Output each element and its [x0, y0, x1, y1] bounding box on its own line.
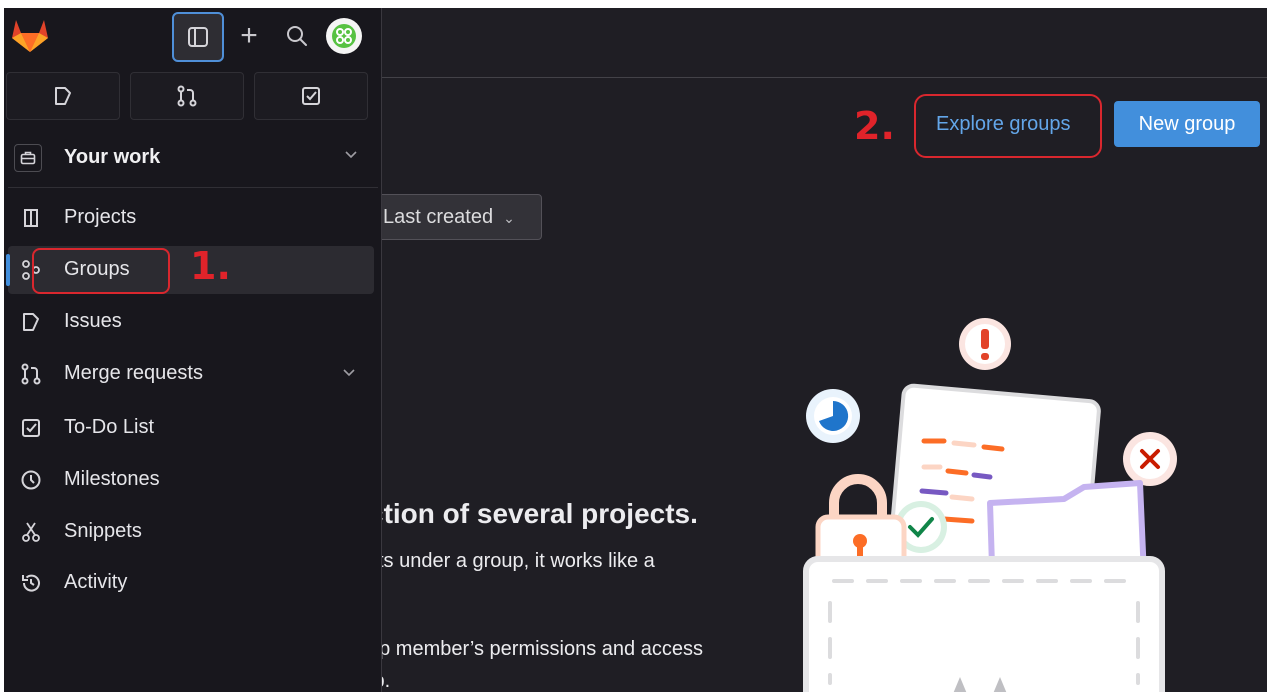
user-avatar-icon — [332, 24, 356, 48]
issues-shortcut[interactable] — [6, 72, 120, 120]
annotation-step-1: 1. — [190, 244, 231, 288]
todo-shortcut[interactable] — [254, 72, 368, 120]
todo-icon — [22, 419, 40, 437]
create-new-button[interactable]: + — [232, 16, 266, 56]
annotation-highlight-explore — [914, 94, 1102, 158]
empty-state-illustration — [803, 318, 1177, 692]
history-icon — [22, 574, 40, 592]
sidebar-item-snippets[interactable]: Snippets — [8, 508, 374, 556]
merge-requests-shortcut[interactable] — [130, 72, 244, 120]
merge-request-icon — [177, 85, 197, 107]
scissors-icon — [22, 522, 40, 542]
new-group-button[interactable]: New group — [1114, 101, 1260, 147]
project-icon — [24, 209, 38, 227]
sidebar-item-projects[interactable]: Projects — [8, 194, 374, 242]
sidebar-item-label: Snippets — [64, 520, 142, 542]
briefcase-icon — [14, 144, 42, 172]
issues-icon — [23, 313, 39, 331]
empty-state-title: ction of several projects. — [368, 498, 698, 529]
issues-icon — [55, 87, 71, 105]
app-window: Explore groups New group Last created ⌄ c… — [4, 8, 1267, 692]
empty-state-text: up member’s permissions and access — [368, 638, 703, 660]
sort-dropdown[interactable]: Last created ⌄ — [374, 194, 542, 240]
sidebar-item-label: Projects — [64, 206, 137, 228]
chevron-down-icon: ⌄ — [503, 210, 515, 226]
sidebar-item-issues[interactable]: Issues — [8, 298, 374, 346]
sidebar-item-milestones[interactable]: Milestones — [8, 456, 374, 504]
sidebar-toggle-button[interactable] — [172, 12, 224, 62]
sidebar-item-merge-requests[interactable]: Merge requests — [8, 350, 374, 398]
context-label: Your work — [64, 146, 161, 168]
plus-icon: + — [240, 19, 258, 52]
search-button[interactable] — [280, 18, 314, 54]
sidebar-item-label: Activity — [64, 571, 128, 593]
clock-icon — [21, 470, 41, 490]
chevron-down-icon — [345, 151, 357, 159]
gitlab-tanuki-icon[interactable] — [10, 16, 50, 54]
top-bar — [382, 8, 1267, 78]
context-switcher[interactable]: Your work — [8, 131, 378, 188]
active-indicator — [6, 254, 10, 286]
annotation-highlight-groups — [32, 248, 170, 294]
empty-state-text: cts under a group, it works like a — [368, 550, 655, 572]
sidebar-item-label: To-Do List — [64, 416, 155, 438]
sidebar-item-label: Issues — [64, 310, 122, 332]
sidebar-item-label: Milestones — [64, 468, 160, 490]
sidebar-item-activity[interactable]: Activity — [8, 559, 374, 607]
sort-label: Last created — [383, 206, 494, 228]
avatar[interactable] — [326, 18, 362, 54]
todo-icon — [302, 87, 320, 105]
sidebar-item-todo[interactable]: To-Do List — [8, 404, 374, 452]
sidebar-item-label: Merge requests — [64, 362, 203, 384]
merge-request-icon — [21, 363, 41, 385]
sidebar-toggle-icon — [188, 27, 208, 47]
sidebar: + Your work Projects Groups Issues Merge… — [4, 8, 382, 692]
chevron-down-icon — [343, 369, 355, 377]
search-icon — [287, 26, 307, 46]
annotation-step-2: 2. — [854, 104, 895, 148]
